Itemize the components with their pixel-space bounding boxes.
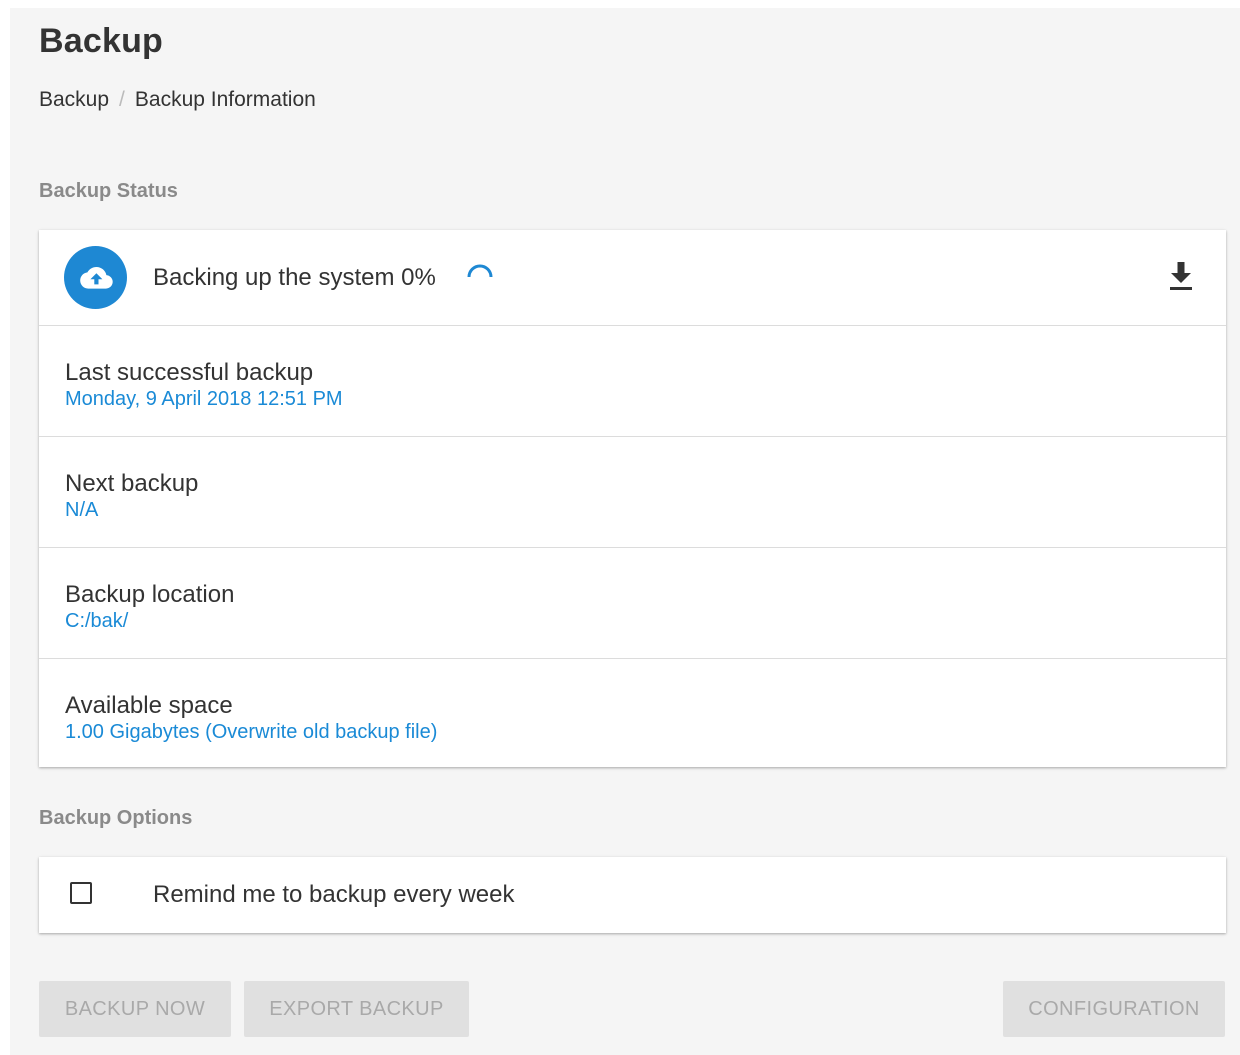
page-title: Backup [39, 22, 164, 60]
next-backup-value: N/A [65, 499, 99, 521]
backup-page: Backup Backup / Backup Information Backu… [10, 8, 1240, 1055]
backup-status-heading: Backup Status [39, 180, 178, 202]
download-icon [1170, 262, 1192, 290]
backup-location-label: Backup location [65, 581, 235, 608]
last-successful-backup-row: Last successful backup Monday, 9 April 2… [39, 326, 1226, 437]
backup-status-card: Backing up the system 0% Last successful… [39, 230, 1226, 767]
configuration-button[interactable]: CONFIGURATION [1003, 981, 1225, 1037]
breadcrumb-item-backup[interactable]: Backup [39, 88, 109, 112]
breadcrumb-separator: / [119, 88, 125, 111]
remind-weekly-checkbox[interactable] [70, 882, 92, 904]
backup-progress-header: Backing up the system 0% [39, 230, 1226, 326]
backup-options-card: Remind me to backup every week [39, 857, 1226, 933]
cloud-upload-icon [64, 246, 127, 309]
backup-progress-text: Backing up the system 0% [153, 264, 436, 291]
available-space-row: Available space 1.00 Gigabytes (Overwrit… [39, 659, 1226, 769]
next-backup-label: Next backup [65, 470, 199, 497]
available-space-label: Available space [65, 692, 233, 719]
backup-location-value: C:/bak/ [65, 610, 129, 632]
backup-now-button[interactable]: BACKUP NOW [39, 981, 231, 1037]
export-backup-button[interactable]: EXPORT BACKUP [244, 981, 469, 1037]
loading-spinner-icon [467, 264, 493, 278]
next-backup-row: Next backup N/A [39, 437, 1226, 548]
cloud-upload-glyph [79, 266, 113, 289]
breadcrumb-item-backup-information: Backup Information [134, 88, 316, 111]
breadcrumb: Backup / Backup Information [39, 88, 316, 112]
backup-options-heading: Backup Options [39, 807, 193, 829]
download-button[interactable] [1166, 258, 1196, 292]
last-successful-backup-label: Last successful backup [65, 359, 314, 386]
available-space-value: 1.00 Gigabytes (Overwrite old backup fil… [65, 721, 438, 743]
remind-weekly-label[interactable]: Remind me to backup every week [153, 881, 515, 909]
backup-location-row: Backup location C:/bak/ [39, 548, 1226, 659]
last-successful-backup-value: Monday, 9 April 2018 12:51 PM [65, 388, 343, 410]
